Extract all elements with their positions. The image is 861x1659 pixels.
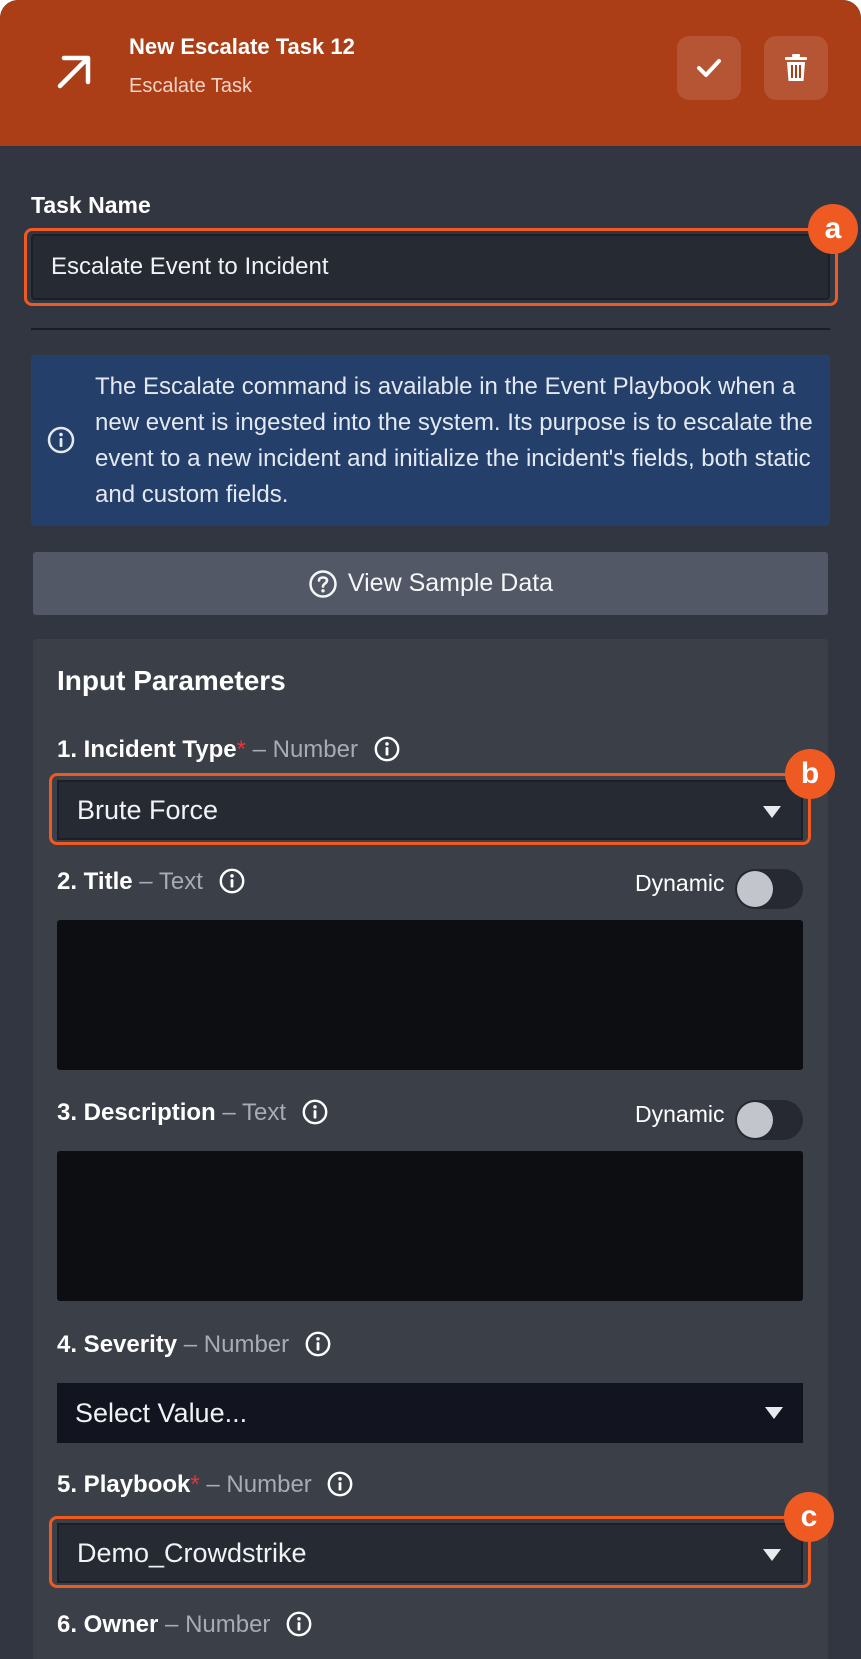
title-dynamic-toggle[interactable] (735, 869, 803, 909)
escalate-task-panel: New Escalate Task 12 Escalate Task Task … (0, 0, 861, 1659)
description-dynamic-label: Dynamic (635, 1101, 725, 1127)
delete-button[interactable] (764, 36, 828, 100)
toggle-knob (737, 1102, 773, 1138)
info-circle-icon[interactable] (218, 867, 246, 895)
callout-badge-b: b (785, 749, 835, 799)
save-button[interactable] (677, 36, 741, 100)
panel-header: New Escalate Task 12 Escalate Task (0, 0, 861, 146)
callout-badge-c: c (784, 1492, 834, 1542)
info-circle-icon (47, 426, 75, 454)
view-sample-data-button[interactable]: View Sample Data (33, 552, 828, 615)
info-circle-icon[interactable] (301, 1098, 329, 1126)
incident-type-label: 1. Incident Type* – Number (57, 736, 401, 765)
owner-label: 6. Owner – Number (57, 1611, 313, 1640)
description-textarea[interactable] (57, 1151, 803, 1301)
title-label: 2. Title – Text (57, 868, 246, 897)
info-circle-icon[interactable] (285, 1610, 313, 1638)
callout-ring-a (24, 228, 838, 306)
callout-ring-c (49, 1516, 811, 1588)
title-dynamic-label: Dynamic (635, 870, 725, 896)
task-subtitle: Escalate Task (129, 75, 253, 97)
chevron-down-icon (765, 1407, 783, 1419)
info-circle-icon[interactable] (373, 735, 401, 763)
trash-icon (785, 54, 807, 81)
severity-value: Select Value... (75, 1397, 248, 1428)
description-label: 3. Description – Text (57, 1099, 329, 1128)
info-circle-icon[interactable] (304, 1330, 332, 1358)
task-title: New Escalate Task 12 (129, 34, 355, 59)
info-box: The Escalate command is available in the… (31, 355, 830, 526)
view-sample-data-label: View Sample Data (347, 569, 554, 597)
toggle-knob (737, 871, 773, 907)
input-parameters-title: Input Parameters (57, 665, 286, 696)
check-icon (697, 59, 721, 77)
task-name-label: Task Name (31, 192, 151, 218)
arrow-up-right-icon (57, 55, 91, 89)
callout-ring-b (49, 773, 811, 845)
description-dynamic-toggle[interactable] (735, 1100, 803, 1140)
severity-label: 4. Severity – Number (57, 1331, 332, 1360)
divider (31, 328, 830, 330)
title-textarea[interactable] (57, 920, 803, 1070)
severity-select[interactable]: Select Value... (57, 1383, 803, 1443)
info-text: The Escalate command is available in the… (95, 373, 813, 508)
info-circle-icon[interactable] (326, 1470, 354, 1498)
callout-badge-a: a (808, 204, 858, 254)
playbook-label: 5. Playbook* – Number (57, 1471, 354, 1500)
question-circle-icon (309, 569, 337, 598)
